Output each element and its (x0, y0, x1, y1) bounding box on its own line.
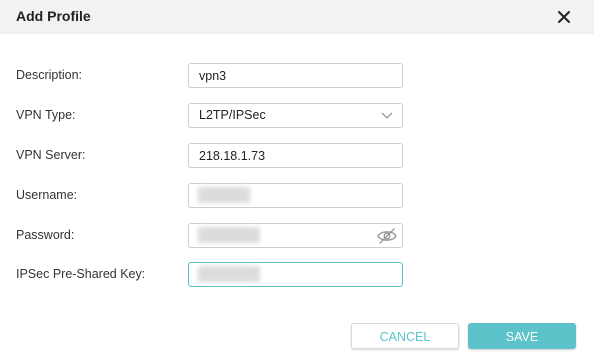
vpn-type-row: VPN Type: L2TP/IPSec (0, 103, 594, 129)
dialog-title: Add Profile (16, 8, 91, 24)
vpn-type-select[interactable]: L2TP/IPSec (188, 103, 403, 128)
vpn-server-input[interactable] (188, 143, 403, 168)
description-row: Description: (0, 63, 594, 89)
vpn-server-label: VPN Server: (16, 148, 86, 162)
cancel-button[interactable]: CANCEL (351, 323, 459, 349)
chevron-down-icon[interactable] (380, 108, 394, 122)
password-redaction (198, 227, 260, 243)
vpn-type-label: VPN Type: (16, 108, 76, 122)
username-row: Username: (0, 183, 594, 209)
password-label: Password: (16, 228, 75, 242)
save-button[interactable]: SAVE (468, 323, 576, 349)
psk-label: IPSec Pre-Shared Key: (16, 267, 146, 281)
psk-row: IPSec Pre-Shared Key: (0, 262, 594, 288)
eye-off-icon[interactable] (377, 227, 397, 245)
username-label: Username: (16, 188, 78, 202)
description-input[interactable] (188, 63, 403, 88)
close-icon[interactable] (552, 5, 576, 29)
add-profile-dialog: Add Profile Description: VPN Type: L2TP/… (0, 0, 594, 356)
password-row: Password: (0, 223, 594, 249)
vpn-server-row: VPN Server: (0, 143, 594, 169)
vpn-type-value: L2TP/IPSec (199, 108, 266, 122)
username-redaction (198, 187, 250, 203)
description-label: Description: (16, 68, 82, 82)
psk-redaction (198, 266, 260, 282)
dialog-header: Add Profile (0, 0, 594, 34)
